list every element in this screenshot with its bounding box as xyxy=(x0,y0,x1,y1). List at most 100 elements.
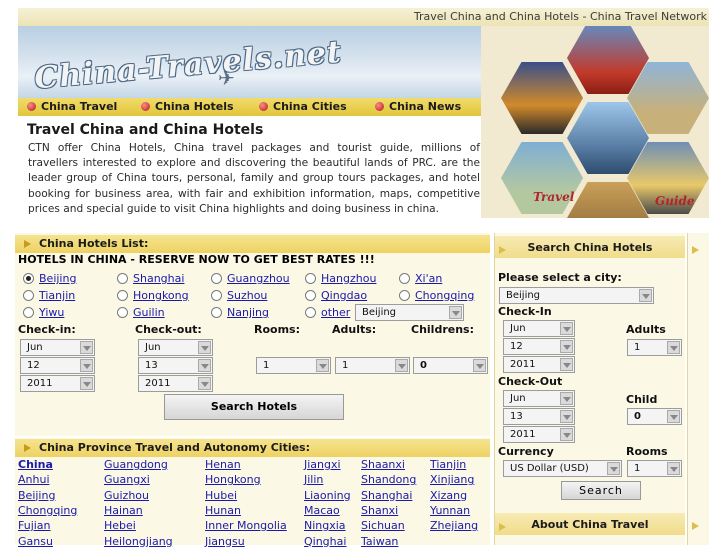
airplane-icon: ✈ xyxy=(218,66,235,90)
province-link-anhui[interactable]: Anhui xyxy=(18,473,50,486)
sidebar-currency-select[interactable]: US Dollar (USD) xyxy=(503,460,622,477)
city-radio-hongkong[interactable]: Hongkong xyxy=(117,289,189,302)
radio-icon xyxy=(305,307,316,318)
site-logo[interactable]: China-Travels.net xyxy=(33,35,343,97)
province-link-hubei[interactable]: Hubei xyxy=(205,489,237,502)
radio-icon xyxy=(117,290,128,301)
triangle-bullet-icon xyxy=(499,246,506,254)
sidebar-checkout-day[interactable]: 13 xyxy=(503,408,575,425)
city-radio-chongqing[interactable]: Chongqing xyxy=(399,289,474,302)
about-china-travel-heading: About China Travel xyxy=(495,513,685,535)
province-link-hongkong[interactable]: Hongkong xyxy=(205,473,261,486)
province-link-beijing[interactable]: Beijing xyxy=(18,489,55,502)
city-radio-qingdao[interactable]: Qingdao xyxy=(305,289,367,302)
sidebar-checkin-year[interactable]: 2011 xyxy=(503,356,575,373)
radio-icon xyxy=(23,307,34,318)
checkout-year-select[interactable]: 2011 xyxy=(138,375,213,392)
checkout-day-select[interactable]: 13 xyxy=(138,357,213,374)
city-radio-guangzhou[interactable]: Guangzhou xyxy=(211,272,290,285)
province-link-xizang[interactable]: Xizang xyxy=(430,489,467,502)
province-link-yunnan[interactable]: Yunnan xyxy=(430,504,470,517)
reserve-banner-text: HOTELS IN CHINA - RESERVE NOW TO GET BES… xyxy=(18,253,375,266)
radio-icon xyxy=(211,307,222,318)
province-link-shandong[interactable]: Shandong xyxy=(361,473,416,486)
city-radio-suzhou[interactable]: Suzhou xyxy=(211,289,267,302)
city-radio-xian[interactable]: Xi'an xyxy=(399,272,442,285)
province-link-inner-mongolia[interactable]: Inner Mongolia xyxy=(205,519,287,532)
province-link-qinghai[interactable]: Qinghai xyxy=(304,535,346,548)
other-city-select[interactable]: Beijing xyxy=(355,304,464,321)
search-hotels-button[interactable]: Search Hotels xyxy=(164,394,344,420)
province-link-zhejiang[interactable]: Zhejiang xyxy=(430,519,478,532)
province-link-shanxi[interactable]: Shanxi xyxy=(361,504,398,517)
province-link-ningxia[interactable]: Ningxia xyxy=(304,519,346,532)
sidebar-currency-label: Currency xyxy=(498,445,554,458)
province-link-jiangxi[interactable]: Jiangxi xyxy=(304,458,341,471)
province-link-guangdong[interactable]: Guangdong xyxy=(104,458,168,471)
sidebar-child-select[interactable]: 0 xyxy=(627,408,682,425)
radio-icon xyxy=(117,307,128,318)
province-link-shaanxi[interactable]: Shaanxi xyxy=(361,458,405,471)
bullet-icon xyxy=(141,102,150,111)
city-radio-yiwu[interactable]: Yiwu xyxy=(23,306,64,319)
sidebar-city-select[interactable]: Beijing xyxy=(499,287,654,304)
city-radio-guilin[interactable]: Guilin xyxy=(117,306,165,319)
nav-china-hotels[interactable]: China Hotels xyxy=(141,100,234,113)
chevron-down-icon xyxy=(395,359,408,372)
province-link-heilongjiang[interactable]: Heilongjiang xyxy=(104,535,173,548)
province-link-hebei[interactable]: Hebei xyxy=(104,519,136,532)
sidebar-checkin-month[interactable]: Jun xyxy=(503,320,575,337)
sidebar-checkin-day[interactable]: 12 xyxy=(503,338,575,355)
triangle-bullet-icon xyxy=(692,246,699,254)
triangle-bullet-icon xyxy=(692,522,699,530)
chevron-down-icon xyxy=(667,341,680,354)
province-link-guangxi[interactable]: Guangxi xyxy=(104,473,150,486)
children-select[interactable]: 0 xyxy=(413,357,488,374)
radio-icon xyxy=(23,290,34,301)
city-radio-other[interactable]: other xyxy=(305,306,350,319)
city-radio-tianjin[interactable]: Tianjin xyxy=(23,289,75,302)
province-link-liaoning[interactable]: Liaoning xyxy=(304,489,351,502)
city-radio-beijing[interactable]: Beijing xyxy=(23,272,76,285)
city-radio-nanjing[interactable]: Nanjing xyxy=(211,306,269,319)
intro-section: Travel China and China Hotels CTN offer … xyxy=(18,116,484,218)
sidebar-rooms-select[interactable]: 1 xyxy=(627,460,682,477)
sidebar-search-button[interactable]: Search xyxy=(561,481,641,500)
sidebar-adults-select[interactable]: 1 xyxy=(627,339,682,356)
checkin-year-select[interactable]: 2011 xyxy=(20,375,95,392)
radio-icon xyxy=(117,273,128,284)
sidebar-checkout-year[interactable]: 2011 xyxy=(503,426,575,443)
checkin-day-select[interactable]: 12 xyxy=(20,357,95,374)
province-link-macao[interactable]: Macao xyxy=(304,504,340,517)
chevron-down-icon xyxy=(667,462,680,475)
city-radio-hangzhou[interactable]: Hangzhou xyxy=(305,272,376,285)
nav-china-cities[interactable]: China Cities xyxy=(259,100,347,113)
province-link-taiwan[interactable]: Taiwan xyxy=(361,535,398,548)
province-link-guizhou[interactable]: Guizhou xyxy=(104,489,149,502)
province-link-shanghai[interactable]: Shanghai xyxy=(361,489,412,502)
province-link-jiangsu[interactable]: Jiangsu xyxy=(205,535,245,548)
province-link-gansu[interactable]: Gansu xyxy=(18,535,53,548)
rooms-select[interactable]: 1 xyxy=(256,357,331,374)
nav-china-news[interactable]: China News xyxy=(375,100,461,113)
province-link-henan[interactable]: Henan xyxy=(205,458,241,471)
province-link-sichuan[interactable]: Sichuan xyxy=(361,519,405,532)
sidebar-checkout-month[interactable]: Jun xyxy=(503,390,575,407)
city-radio-shanghai[interactable]: Shanghai xyxy=(117,272,184,285)
adults-select[interactable]: 1 xyxy=(335,357,410,374)
nav-china-travel[interactable]: China Travel xyxy=(27,100,117,113)
province-link-hunan[interactable]: Hunan xyxy=(205,504,241,517)
photo-temple-night xyxy=(501,62,583,134)
province-link-jilin[interactable]: Jilin xyxy=(304,473,323,486)
chevron-down-icon xyxy=(560,340,573,353)
province-link-tianjin[interactable]: Tianjin xyxy=(430,458,466,471)
province-link-hainan[interactable]: Hainan xyxy=(104,504,143,517)
province-link-xinjiang[interactable]: Xinjiang xyxy=(430,473,474,486)
checkout-month-select[interactable]: Jun xyxy=(138,339,213,356)
bullet-icon xyxy=(259,102,268,111)
province-link-chongqing[interactable]: Chongqing xyxy=(18,504,77,517)
site-tagline: Travel China and China Hotels - China Tr… xyxy=(413,10,707,23)
province-link-china[interactable]: China xyxy=(18,458,53,471)
province-link-fujian[interactable]: Fujian xyxy=(18,519,51,532)
checkin-month-select[interactable]: Jun xyxy=(20,339,95,356)
